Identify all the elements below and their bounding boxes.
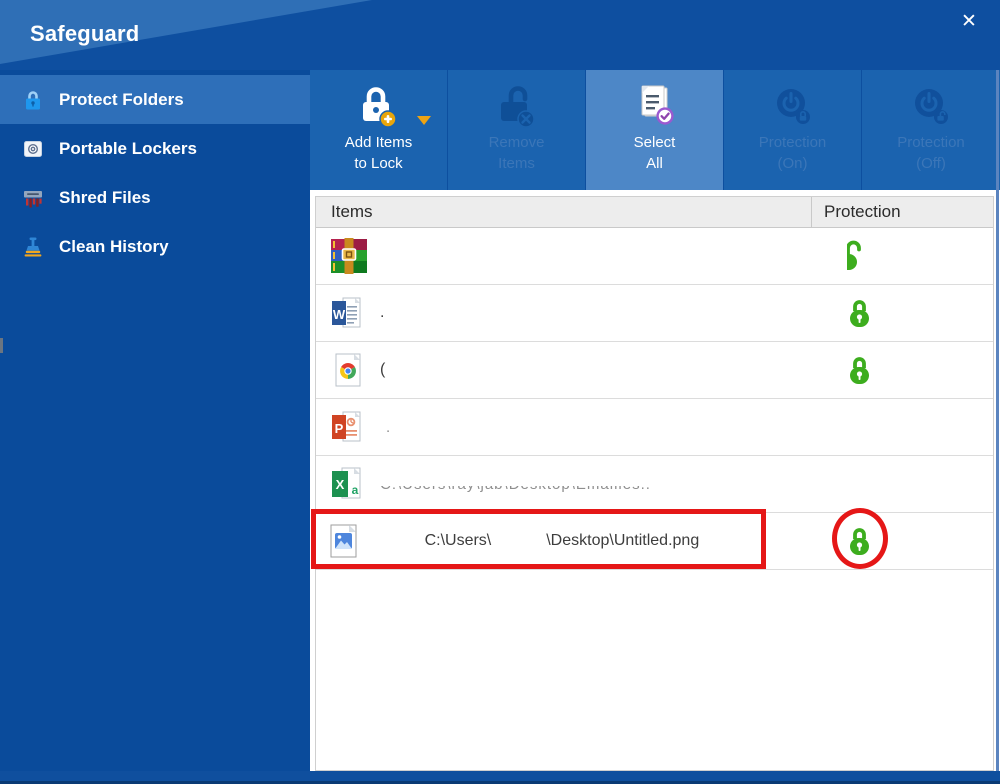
button-label: Select [633,134,676,151]
protection-unlocked-partial-icon [847,239,863,273]
protection-on-button[interactable]: Protection (On) [724,70,862,190]
button-label: Remove [488,134,545,151]
item-path-remnant: ( [380,361,386,378]
table-row[interactable]: ( [316,342,993,399]
protection-off-button[interactable]: Protection (Off) [862,70,1000,190]
power-lock-icon [771,80,815,132]
power-unlock-icon [909,80,953,132]
select-all-documents-icon [633,80,677,132]
item-path-remnant: . [380,304,385,321]
table-row[interactable]: W . [316,285,993,342]
sidebar-item-clean-history[interactable]: Clean History [0,222,310,271]
path-prefix: C:\Users\ [424,532,492,549]
dropdown-caret-icon[interactable] [417,116,431,125]
title-bar: Safeguard ✕ [0,0,1000,70]
png-image-file-icon [316,524,380,558]
sidebar-item-label: Protect Folders [59,89,184,109]
window-right-border [996,70,999,784]
svg-text:W: W [333,307,346,322]
powerpoint-file-icon: P [316,409,380,445]
select-all-button[interactable]: Select All [586,70,724,190]
close-icon: ✕ [961,10,977,32]
toolbar: Add Items to Lock Remove Items Select Al… [310,70,1000,190]
close-button[interactable]: ✕ [954,6,984,36]
path-suffix: \Desktop\Untitled.png [546,532,700,549]
table-row[interactable]: a X C:\Users\ray\jab\Desktop\Emailles.. [316,456,993,513]
button-label: (On) [777,155,808,172]
safeguard-window: Safeguard ✕ Protect Folders Portable Loc… [0,0,1000,784]
protection-locked-icon [847,525,872,557]
button-label: Protection [758,134,827,151]
table-row[interactable]: P -. [316,399,993,456]
sidebar-item-protect-folders[interactable]: Protect Folders [0,75,310,124]
item-path-remnant: -. [380,418,392,436]
sidebar: Protect Folders Portable Lockers Shred F… [0,70,310,784]
locker-safe-icon [22,138,44,160]
button-label: to Lock [354,155,403,172]
item-path-remnant: C:\Users\ray\jab\Desktop\Emailles.. [380,475,651,493]
column-header-items[interactable]: Items [316,197,811,227]
table-row-untitled-png[interactable]: C:\Users\ \Desktop\Untitled.png [316,513,993,570]
button-label: All [646,155,663,172]
winrar-archive-icon [316,237,380,275]
list-header: Items Protection [316,197,993,228]
add-lock-icon [357,80,401,132]
svg-text:P: P [335,421,344,436]
items-list-panel: Items Protection W . (P -. a X C:\Users… [315,196,994,771]
word-document-icon: W [316,295,380,331]
button-label: (Off) [916,155,946,172]
button-label: Protection [897,134,965,151]
item-path: C:\Users\ \Desktop\Untitled.png [389,514,700,568]
table-row[interactable] [316,228,993,285]
chrome-html-file-icon [316,352,380,388]
excel-file-icon: a X [316,466,380,502]
padlock-icon [22,89,44,111]
svg-text:a: a [352,483,359,497]
shredder-icon [22,187,44,209]
protection-locked-icon [847,297,872,329]
sidebar-item-shred-files[interactable]: Shred Files [0,173,310,222]
sidebar-item-label: Portable Lockers [59,138,197,158]
svg-text:X: X [336,477,345,492]
button-label: Add Items [344,134,413,151]
screen-edge-artifact [0,338,3,353]
sidebar-item-label: Shred Files [59,187,151,207]
sidebar-item-label: Clean History [59,236,169,256]
button-label: Items [498,155,535,172]
column-header-protection[interactable]: Protection [811,197,993,227]
stamp-brush-icon [22,236,44,258]
sidebar-item-portable-lockers[interactable]: Portable Lockers [0,124,310,173]
window-bottom-border [0,771,1000,784]
protection-locked-icon [847,354,872,386]
remove-lock-icon [495,80,539,132]
remove-items-button[interactable]: Remove Items [448,70,586,190]
app-title: Safeguard [30,21,140,46]
add-items-to-lock-button[interactable]: Add Items to Lock [310,70,448,190]
